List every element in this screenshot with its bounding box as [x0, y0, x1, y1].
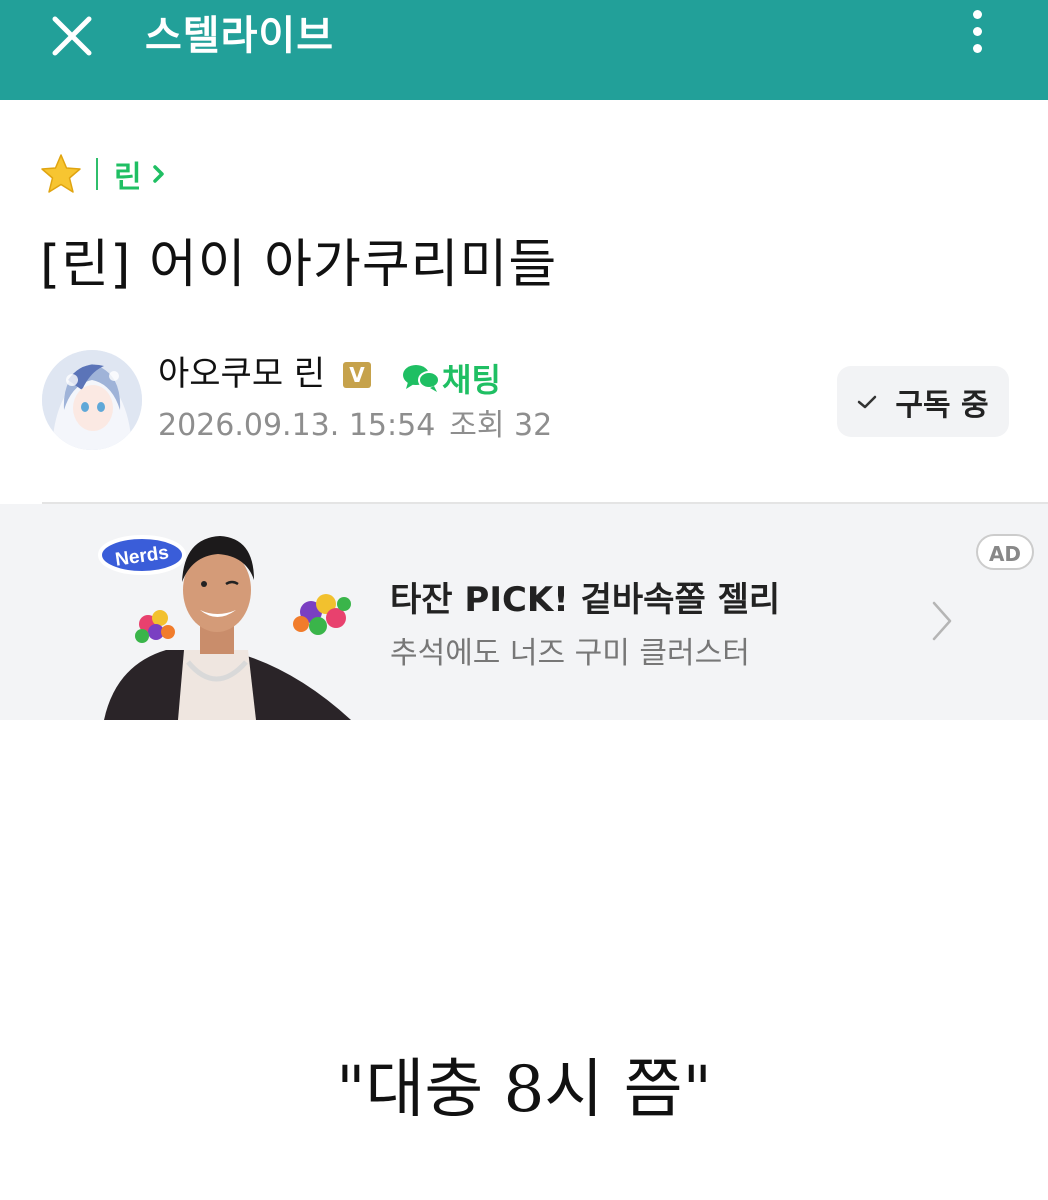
more-vertical-icon[interactable]: [962, 10, 992, 53]
app-title: 스텔라이브: [145, 13, 334, 59]
ad-subtitle[interactable]: 추석에도 너즈 구미 클러스터: [390, 628, 750, 672]
close-icon[interactable]: [50, 14, 94, 58]
candy-cluster-right: [293, 594, 351, 635]
chat-icon: [403, 365, 440, 392]
view-count: 조회 32: [449, 408, 553, 443]
post-body: "대충 8시 쯤": [336, 1053, 712, 1127]
subscribe-label[interactable]: 구독 중: [895, 380, 988, 424]
breadcrumb: 린: [40, 152, 166, 196]
post-date: 2026.09.13. 15:54: [158, 408, 436, 443]
post-meta: 2026.09.13. 15:54 조회 32: [158, 405, 552, 447]
verified-badge: V: [343, 362, 371, 388]
chevron-right-icon[interactable]: [152, 163, 166, 185]
app-bar: 스텔라이브: [0, 0, 1048, 100]
subscribe-button[interactable]: 구독 중: [837, 366, 1009, 437]
chevron-right-icon[interactable]: [930, 600, 954, 642]
ad-badge[interactable]: AD: [976, 534, 1034, 570]
board-link[interactable]: 린: [114, 152, 142, 196]
star-icon: [41, 154, 81, 193]
nerds-logo: Nerds: [98, 535, 186, 575]
chat-button[interactable]: 채팅: [402, 355, 501, 401]
ad-image[interactable]: Nerds: [96, 520, 366, 720]
ad-banner[interactable]: Nerds 타잔 PICK! 겉바속쫄 젤리 추석에도 너즈 구미 클러스터 A…: [0, 504, 1048, 720]
breadcrumb-divider: [96, 158, 98, 190]
check-icon: [858, 395, 877, 408]
author-name[interactable]: 아오쿠모 린: [158, 352, 325, 396]
ad-title[interactable]: 타잔 PICK! 겉바속쫄 젤리: [390, 572, 780, 621]
avatar[interactable]: [42, 350, 142, 450]
post-title: [린] 어이 아가쿠리미들: [40, 235, 558, 295]
candy-cluster-left: [135, 610, 175, 643]
more-options-button[interactable]: [962, 10, 992, 64]
close-button[interactable]: [50, 14, 94, 58]
chat-label[interactable]: 채팅: [442, 355, 501, 401]
